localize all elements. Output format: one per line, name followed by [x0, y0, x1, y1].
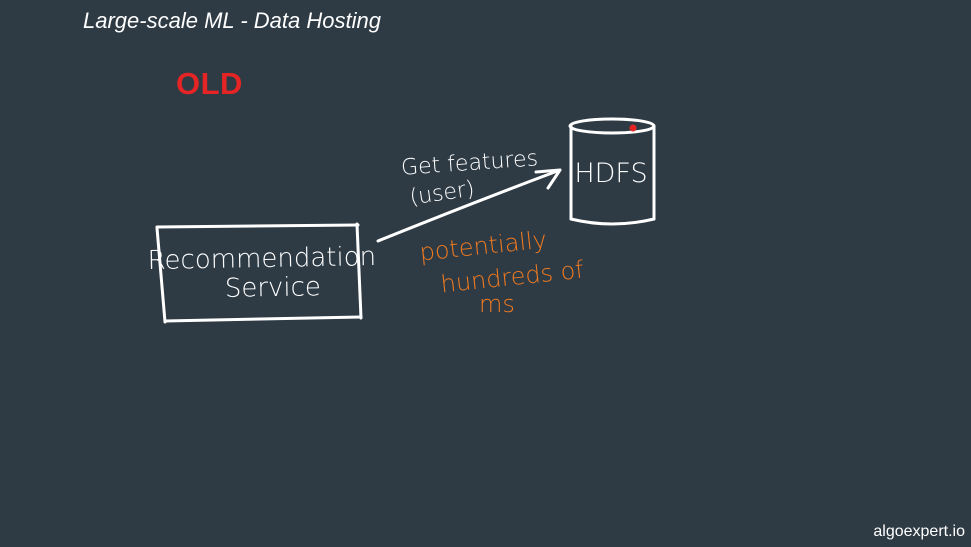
service-box-line1: Recommendation — [147, 242, 376, 276]
arrow-label-line1: Get features — [400, 146, 539, 181]
watermark: algoexpert.io — [873, 523, 965, 540]
latency-note-line3: ms — [479, 290, 515, 318]
cursor-dot — [629, 124, 637, 132]
hdfs-label: HDFS — [574, 158, 647, 189]
service-box-line2: Service — [225, 272, 322, 304]
whiteboard-diagram: Recommendation Service HDFS Get features… — [147, 117, 656, 324]
